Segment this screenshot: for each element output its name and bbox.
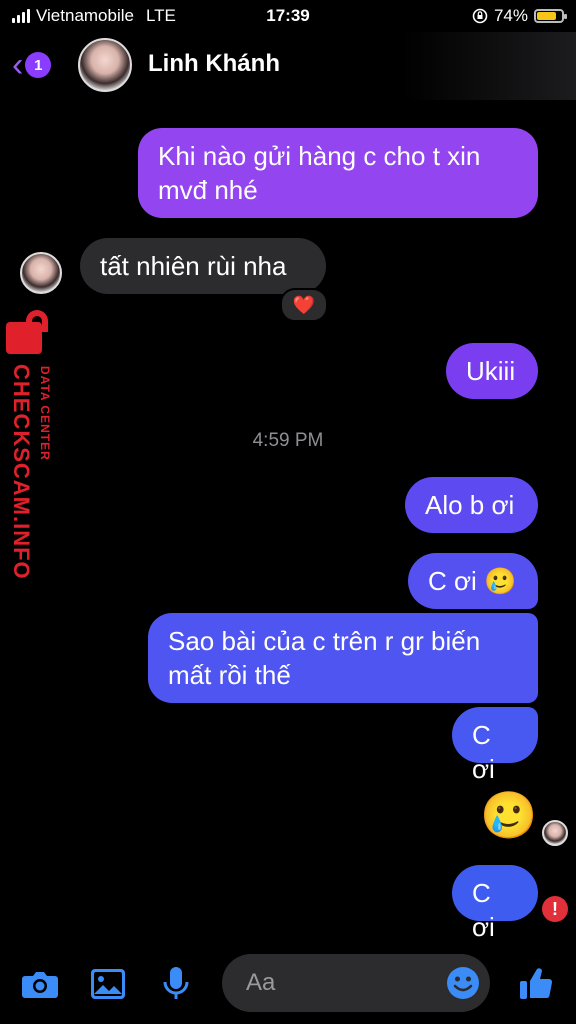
status-bar: Vietnamobile LTE 17:39 74%	[0, 0, 576, 32]
chevron-left-icon: ‹	[12, 46, 24, 84]
message-bubble-outgoing[interactable]: Alo b ơi	[405, 477, 538, 533]
emoji-icon[interactable]	[446, 966, 480, 1000]
contact-avatar[interactable]	[78, 38, 132, 92]
message-input[interactable]: Aa	[222, 954, 490, 1012]
message-bubble-outgoing[interactable]: C ơi 🥲	[408, 553, 538, 609]
message-bubble-outgoing[interactable]: Khi nào gửi hàng c cho t xin mvđ nhé	[138, 128, 538, 218]
battery-percent: 74%	[493, 6, 528, 25]
send-error-icon[interactable]: !	[542, 896, 568, 922]
camera-icon	[22, 972, 58, 998]
message-bubble-outgoing[interactable]: C ơi	[452, 865, 538, 942]
thumbs-up-icon	[520, 968, 553, 999]
heart-reaction[interactable]: ❤️	[280, 288, 328, 322]
battery-info: 74%	[472, 6, 567, 26]
message-timestamp: 4:59 PM	[252, 430, 324, 451]
composer-toolbar: Aa	[0, 940, 576, 1024]
message-bubble-outgoing[interactable]: Sao bài của c trên r gr biến mất rồi thế	[148, 613, 538, 703]
battery-icon	[534, 9, 567, 23]
contact-avatar-small[interactable]	[20, 252, 62, 294]
padlock-icon	[6, 310, 60, 356]
message-bubble-outgoing[interactable]: Ukiii	[446, 343, 538, 399]
message-input-placeholder: Aa	[246, 969, 276, 996]
contact-name[interactable]: Linh Khánh	[148, 50, 280, 78]
watermark: CHECKSCAM.INFO DATA CENTER	[4, 310, 60, 600]
unread-badge: 1	[25, 52, 52, 78]
rotation-lock-icon	[472, 8, 488, 24]
emoji-message[interactable]: 🥲	[480, 786, 537, 844]
back-button[interactable]: ‹ 1	[12, 46, 52, 84]
message-bubble-incoming[interactable]: tất nhiên rùi nha	[80, 238, 326, 294]
camera-button[interactable]	[20, 964, 60, 1004]
seen-indicator-avatar	[542, 820, 568, 846]
conversation-header: ‹ 1 Linh Khánh	[0, 32, 576, 100]
watermark-main: CHECKSCAM.INFO	[9, 364, 34, 580]
voice-button[interactable]	[156, 964, 196, 1004]
message-bubble-outgoing[interactable]: C ơi	[452, 707, 538, 784]
microphone-icon	[163, 967, 189, 999]
image-icon	[91, 969, 125, 999]
gallery-button[interactable]	[88, 964, 128, 1004]
like-button[interactable]	[516, 964, 556, 1004]
watermark-sub: DATA CENTER	[38, 366, 52, 461]
